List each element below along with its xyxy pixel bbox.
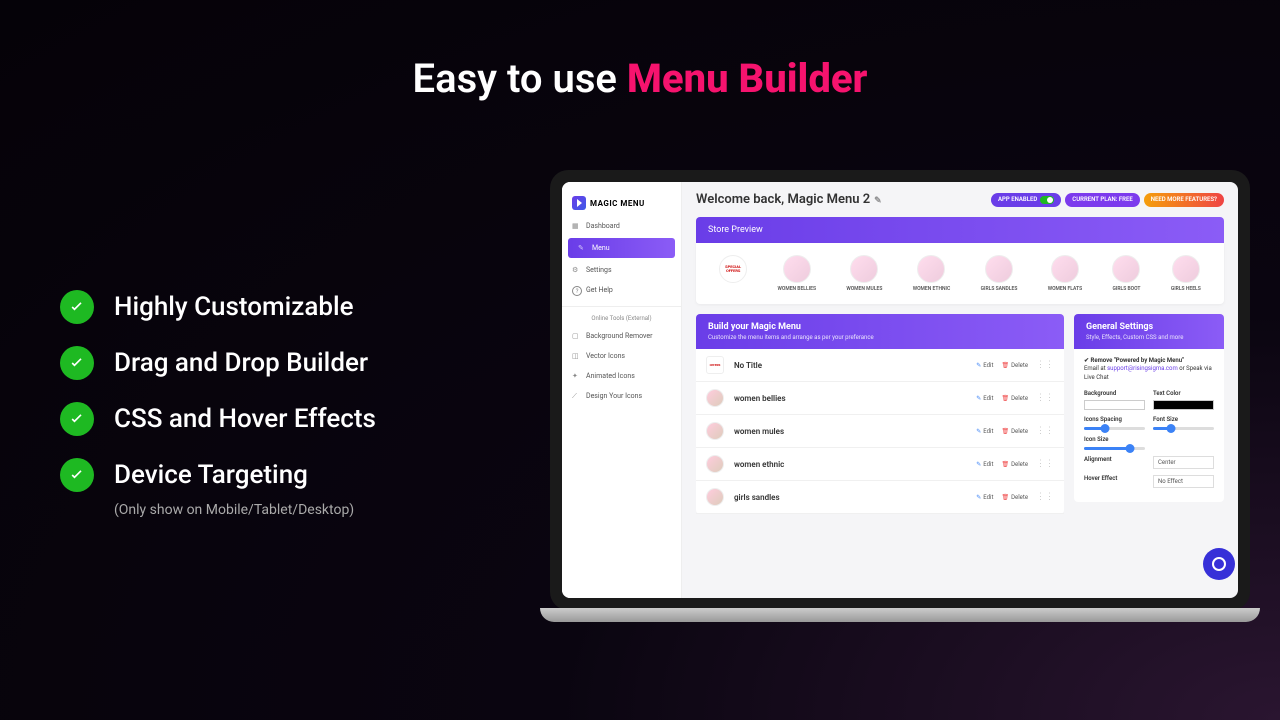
chat-fab[interactable] xyxy=(1203,548,1235,580)
alignment-select[interactable]: Center xyxy=(1153,456,1214,469)
icon-size-slider[interactable] xyxy=(1084,447,1145,450)
main-content: Welcome back, Magic Menu 2✎ APP ENABLED … xyxy=(682,182,1238,598)
builder-header: Build your Magic MenuCustomize the menu … xyxy=(696,314,1064,349)
menu-list: OFFERSNo Title✎Edit🗑Delete⋮⋮ women belli… xyxy=(696,349,1064,514)
preview-header: Store Preview xyxy=(696,217,1224,243)
preview-thumb xyxy=(1051,255,1079,283)
menu-row[interactable]: women ethnic✎Edit🗑Delete⋮⋮ xyxy=(696,448,1064,481)
edit-button[interactable]: ✎Edit xyxy=(976,362,993,369)
nav-menu[interactable]: Menu xyxy=(568,238,675,258)
check-icon xyxy=(60,290,94,324)
drag-handle-icon[interactable]: ⋮⋮ xyxy=(1036,426,1054,436)
row-thumb xyxy=(706,422,724,440)
settings-header: General SettingsStyle, Effects, Custom C… xyxy=(1074,314,1224,349)
check-icon xyxy=(60,458,94,492)
settings-note: ✔ Remove "Powered by Magic Menu"Email at… xyxy=(1084,357,1214,382)
edit-button[interactable]: ✎Edit xyxy=(976,395,993,402)
support-email-link[interactable]: support@risingsigma.com xyxy=(1107,365,1178,372)
grid-icon xyxy=(572,222,580,230)
edit-button[interactable]: ✎Edit xyxy=(976,494,993,501)
laptop-mockup: MAGIC MENU Dashboard Menu Settings Get H… xyxy=(540,170,1260,640)
vector-icon: ◫ xyxy=(572,352,580,360)
delete-button[interactable]: 🗑Delete xyxy=(1001,428,1028,435)
row-thumb xyxy=(706,488,724,506)
preview-thumb: SPECIALOFFERS xyxy=(719,255,747,283)
app-enabled-pill[interactable]: APP ENABLED xyxy=(991,193,1061,207)
preview-thumb xyxy=(985,255,1013,283)
sparkle-icon: ✦ xyxy=(572,372,580,380)
hover-effect-select[interactable]: No Effect xyxy=(1153,475,1214,488)
topbar: Welcome back, Magic Menu 2✎ APP ENABLED … xyxy=(696,192,1224,207)
current-plan-pill[interactable]: CURRENT PLAN: FREE xyxy=(1065,193,1139,207)
preview-thumb xyxy=(917,255,945,283)
feature-list: Highly Customizable Drag and Drop Builde… xyxy=(60,290,376,518)
image-icon: ▢ xyxy=(572,332,580,340)
menu-row[interactable]: women bellies✎Edit🗑Delete⋮⋮ xyxy=(696,382,1064,415)
preview-item[interactable]: GIRLS SANDLES xyxy=(981,255,1018,292)
hero-title: Easy to use Menu Builder xyxy=(413,55,868,102)
preview-item[interactable]: GIRLS HEELS xyxy=(1171,255,1201,292)
delete-button[interactable]: 🗑Delete xyxy=(1001,494,1028,501)
store-preview: SPECIALOFFERS WOMEN BELLIES WOMEN MULES … xyxy=(696,243,1224,304)
tool-vector-icons[interactable]: ◫Vector Icons xyxy=(562,346,681,366)
row-thumb: OFFERS xyxy=(706,356,724,374)
row-thumb xyxy=(706,455,724,473)
icons-spacing-slider[interactable] xyxy=(1084,427,1145,430)
drag-handle-icon[interactable]: ⋮⋮ xyxy=(1036,459,1054,469)
bg-color-input[interactable] xyxy=(1084,400,1145,410)
feature-item: Device Targeting xyxy=(60,458,376,492)
nav-dashboard[interactable]: Dashboard xyxy=(562,216,681,236)
feature-item: CSS and Hover Effects xyxy=(60,402,376,436)
preview-thumb xyxy=(1112,255,1140,283)
tool-animated-icons[interactable]: ✦Animated Icons xyxy=(562,366,681,386)
preview-item[interactable]: WOMEN BELLIES xyxy=(777,255,816,292)
feature-item: Drag and Drop Builder xyxy=(60,346,376,380)
help-icon xyxy=(572,286,580,294)
check-icon xyxy=(60,346,94,380)
edit-icon[interactable]: ✎ xyxy=(874,196,882,206)
row-thumb xyxy=(706,389,724,407)
welcome-text: Welcome back, Magic Menu 2✎ xyxy=(696,192,882,207)
preview-item[interactable]: WOMEN MULES xyxy=(846,255,882,292)
nav-settings[interactable]: Settings xyxy=(562,260,681,280)
font-size-slider[interactable] xyxy=(1153,427,1214,430)
preview-item[interactable]: WOMEN FLATS xyxy=(1048,255,1082,292)
feature-subtitle: (Only show on Mobile/Tablet/Desktop) xyxy=(114,502,376,518)
edit-button[interactable]: ✎Edit xyxy=(976,461,993,468)
toggle-icon[interactable] xyxy=(1040,196,1054,204)
settings-panel: ✔ Remove "Powered by Magic Menu"Email at… xyxy=(1074,349,1224,502)
preview-item[interactable]: SPECIALOFFERS xyxy=(719,255,747,292)
menu-row[interactable]: girls sandles✎Edit🗑Delete⋮⋮ xyxy=(696,481,1064,514)
delete-button[interactable]: 🗑Delete xyxy=(1001,395,1028,402)
menu-row[interactable]: OFFERSNo Title✎Edit🗑Delete⋮⋮ xyxy=(696,349,1064,382)
edit-button[interactable]: ✎Edit xyxy=(976,428,993,435)
menu-row[interactable]: women mules✎Edit🗑Delete⋮⋮ xyxy=(696,415,1064,448)
pen-icon xyxy=(578,244,586,252)
preview-thumb xyxy=(850,255,878,283)
drag-handle-icon[interactable]: ⋮⋮ xyxy=(1036,492,1054,502)
preview-item[interactable]: WOMEN ETHNIC xyxy=(913,255,951,292)
upgrade-pill[interactable]: NEED MORE FEATURES? xyxy=(1144,193,1224,207)
delete-button[interactable]: 🗑Delete xyxy=(1001,461,1028,468)
gear-icon xyxy=(572,266,580,274)
preview-thumb xyxy=(1172,255,1200,283)
drag-handle-icon[interactable]: ⋮⋮ xyxy=(1036,393,1054,403)
nav-help[interactable]: Get Help xyxy=(562,280,681,300)
check-icon xyxy=(60,402,94,436)
tool-design-icons[interactable]: ⟋Design Your Icons xyxy=(562,386,681,406)
nav-section-label: Online Tools (External) xyxy=(562,306,681,326)
delete-button[interactable]: 🗑Delete xyxy=(1001,362,1028,369)
sidebar: MAGIC MENU Dashboard Menu Settings Get H… xyxy=(562,182,682,598)
text-color-input[interactable] xyxy=(1153,400,1214,410)
preview-thumb xyxy=(783,255,811,283)
logo-icon xyxy=(572,196,586,210)
design-icon: ⟋ xyxy=(572,392,580,400)
app-logo: MAGIC MENU xyxy=(562,190,681,216)
feature-item: Highly Customizable xyxy=(60,290,376,324)
drag-handle-icon[interactable]: ⋮⋮ xyxy=(1036,360,1054,370)
tool-bg-remover[interactable]: ▢Background Remover xyxy=(562,326,681,346)
preview-item[interactable]: GIRLS BOOT xyxy=(1112,255,1140,292)
